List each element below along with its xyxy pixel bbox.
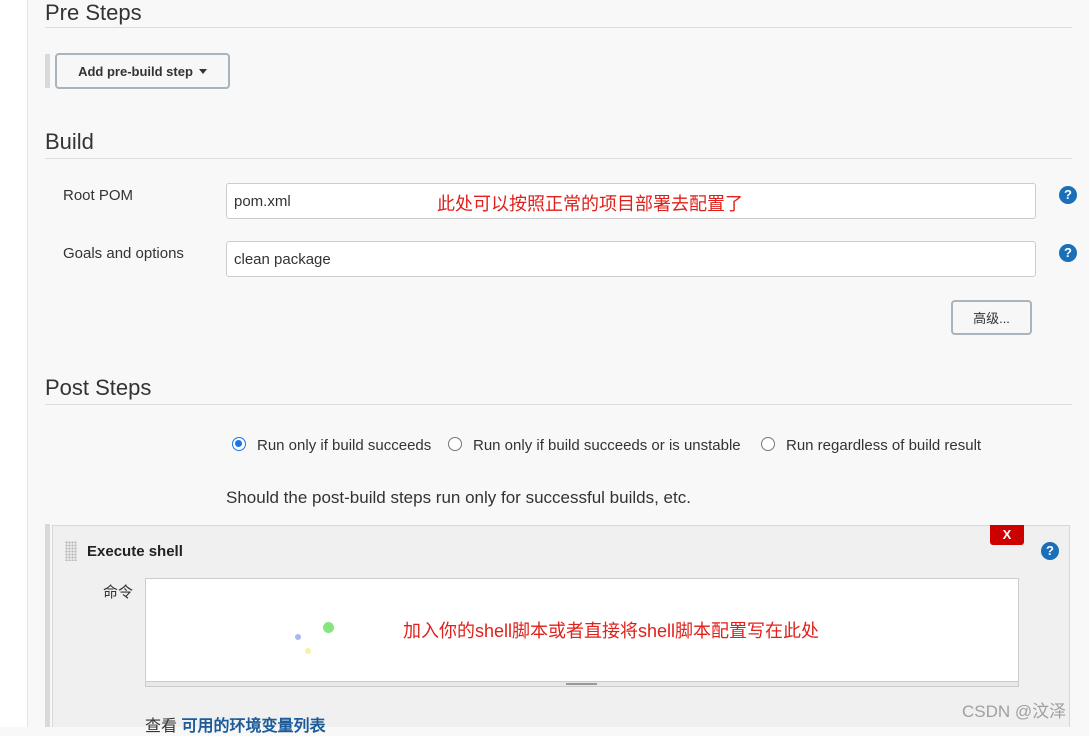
- goals-help-icon[interactable]: ?: [1059, 244, 1077, 262]
- left-rail: [0, 0, 28, 727]
- advanced-button[interactable]: 高级...: [951, 300, 1032, 335]
- loading-dot-green: [323, 622, 334, 633]
- drag-handle-icon[interactable]: [65, 541, 77, 561]
- pre-steps-bar: [45, 54, 50, 88]
- post-steps-divider: [45, 404, 1072, 405]
- execute-shell-title: Execute shell: [87, 543, 183, 560]
- loading-dot-blue: [295, 634, 301, 640]
- build-divider: [45, 158, 1072, 159]
- radio-run-if-succeeds-or-unstable[interactable]: [448, 437, 462, 451]
- root-pom-help-icon[interactable]: ?: [1059, 186, 1077, 204]
- post-steps-title: Post Steps: [45, 375, 152, 400]
- execute-shell-help-icon[interactable]: ?: [1041, 542, 1059, 560]
- watermark: CSDN @汶泽: [962, 702, 1067, 721]
- post-steps-description: Should the post-build steps run only for…: [226, 488, 691, 507]
- caret-down-icon: [198, 69, 207, 74]
- resize-grip-icon: [566, 683, 597, 685]
- execute-shell-bar: [45, 524, 50, 727]
- goals-label: Goals and options: [63, 245, 184, 262]
- build-title: Build: [45, 129, 94, 154]
- loading-dot-yellow: [305, 648, 311, 654]
- radio-run-regardless[interactable]: [761, 437, 775, 451]
- env-vars-line: 查看 可用的环境变量列表: [145, 712, 325, 736]
- add-pre-build-step-button[interactable]: Add pre-build step: [55, 53, 230, 89]
- advanced-label: 高级...: [973, 311, 1010, 326]
- radio-run-if-succeeds[interactable]: [232, 437, 246, 451]
- root-pom-label: Root POM: [63, 187, 134, 204]
- goals-input[interactable]: [226, 241, 1036, 277]
- radio-label-run-regardless[interactable]: Run regardless of build result: [786, 437, 981, 454]
- delete-step-button[interactable]: X: [990, 525, 1024, 545]
- pre-steps-divider: [45, 27, 1072, 28]
- pre-steps-title: Pre Steps: [45, 0, 142, 25]
- radio-label-run-if-succeeds-or-unstable[interactable]: Run only if build succeeds or is unstabl…: [473, 437, 741, 454]
- command-label: 命令: [103, 584, 134, 601]
- radio-label-run-if-succeeds[interactable]: Run only if build succeeds: [257, 437, 431, 454]
- root-pom-annotation: 此处可以按照正常的项目部署去配置了: [437, 194, 743, 214]
- command-annotation: 加入你的shell脚本或者直接将shell脚本配置写在此处: [403, 621, 820, 641]
- add-pre-build-step-label: Add pre-build step: [78, 63, 193, 79]
